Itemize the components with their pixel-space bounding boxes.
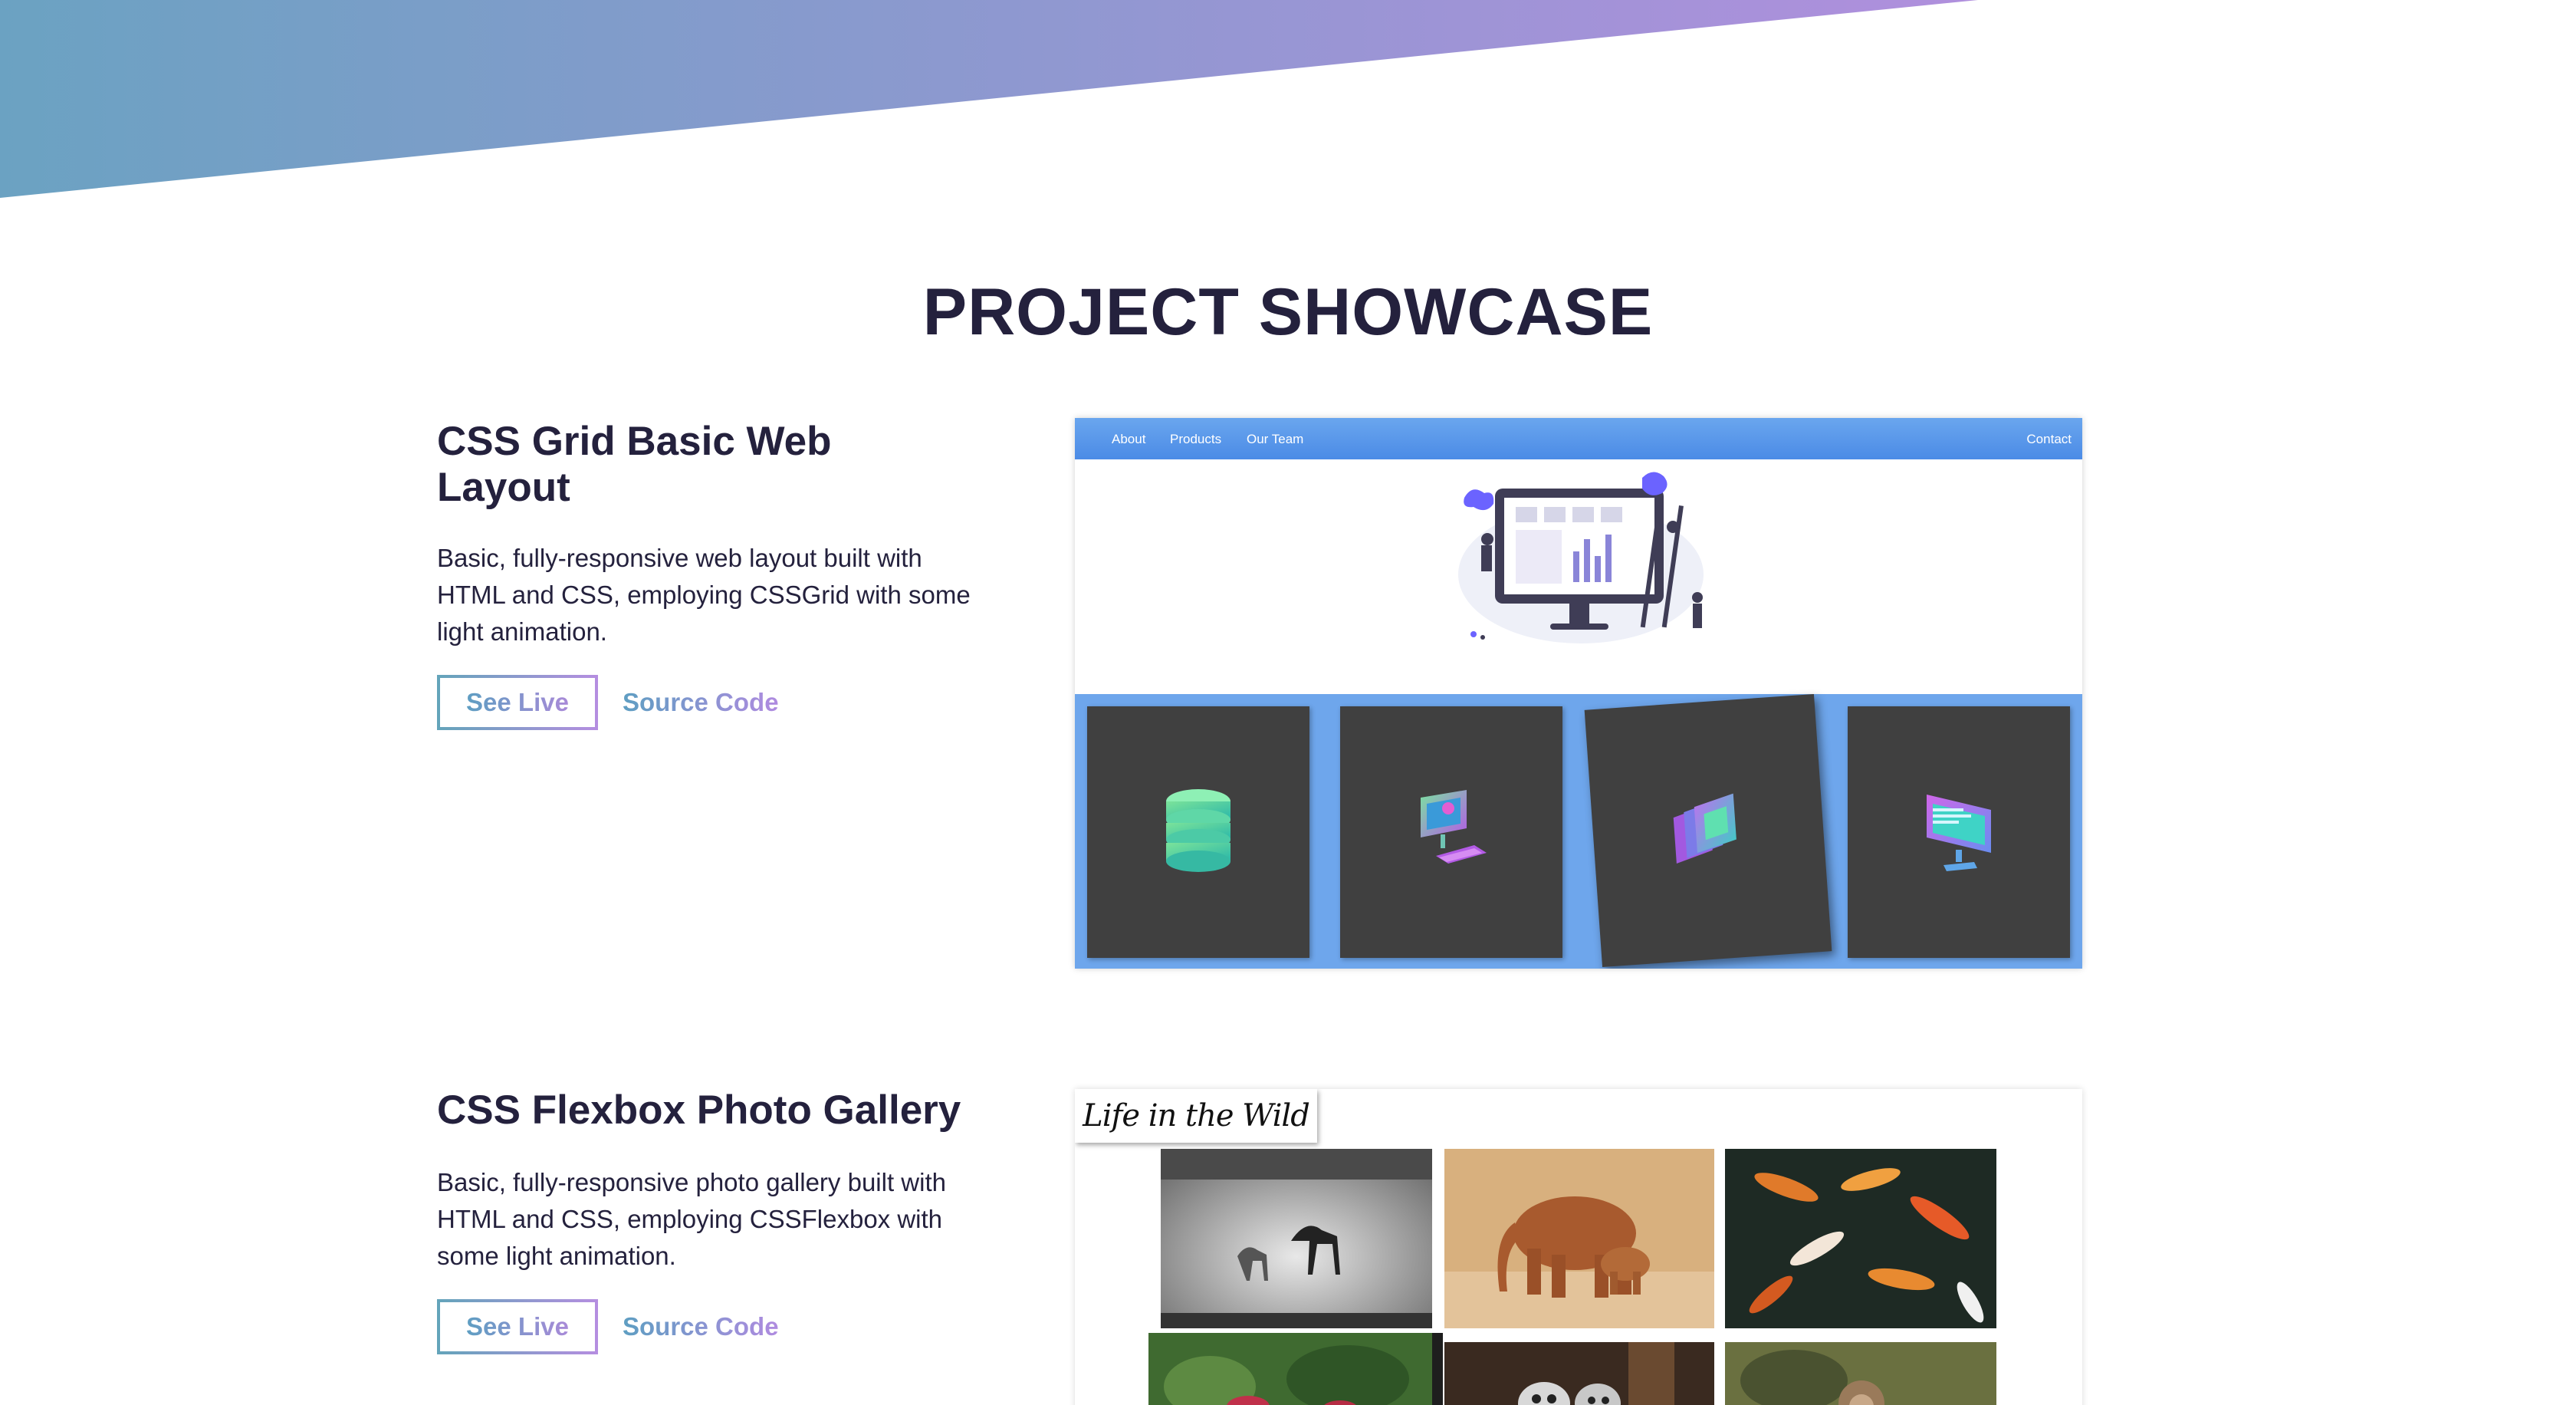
gallery-heading: Life in the Wild [1075, 1089, 1317, 1143]
database-icon [1166, 789, 1230, 872]
preview-nav-about: About [1112, 432, 1146, 446]
preview-nav-contact: Contact [2026, 432, 2072, 446]
layers-icon [1673, 793, 1737, 864]
preview-navbar: About Products Our Team Contact [1075, 418, 2082, 459]
elephants-photo [1444, 1149, 1714, 1328]
preview-card [1848, 706, 2070, 958]
project-description: Basic, fully-responsive web layout built… [437, 544, 971, 646]
birds-photo [1148, 1333, 1443, 1405]
page: PROJECT SHOWCASE CSS Grid Basic Web Layo… [0, 0, 2576, 1405]
project-actions: See Live Source Code [437, 675, 866, 730]
dashboard-illustration [1458, 472, 1704, 643]
hero-gradient-band [0, 0, 1978, 198]
preview-card [1340, 706, 1562, 958]
preview-card-hovered [1584, 693, 1832, 968]
preview-nav-products: Products [1170, 432, 1222, 446]
preview-card [1087, 706, 1309, 958]
see-live-button[interactable]: See Live [437, 1299, 598, 1354]
koi-fish-photo [1725, 1149, 1996, 1328]
preview-cards-row [1075, 693, 2082, 969]
source-code-link[interactable]: Source Code [623, 688, 779, 717]
project-card-grid-layout: CSS Grid Basic Web Layout Basic, fully-r… [437, 419, 971, 730]
monkey-photo [1725, 1342, 1996, 1405]
project-card-flexbox-gallery: CSS Flexbox Photo Gallery Basic, fully-r… [437, 1087, 989, 1354]
source-code-link[interactable]: Source Code [623, 1312, 779, 1341]
project-title: CSS Flexbox Photo Gallery [437, 1087, 961, 1133]
project-title: CSS Grid Basic Web Layout [437, 419, 832, 510]
project-description: Basic, fully-responsive photo gallery bu… [437, 1168, 946, 1270]
monitor-icon [1927, 795, 1991, 871]
computer-icon [1421, 790, 1487, 864]
lemurs-photo [1444, 1342, 1714, 1405]
preview-nav-team: Our Team [1247, 432, 1304, 446]
project-preview-photo-gallery[interactable]: Life in the Wild [1075, 1089, 2082, 1405]
project-preview-grid-layout[interactable]: About Products Our Team Contact [1075, 418, 2082, 969]
horses-photo [1161, 1149, 1432, 1328]
see-live-button[interactable]: See Live [437, 675, 598, 730]
section-title: PROJECT SHOWCASE [922, 275, 1654, 349]
project-actions: See Live Source Code [437, 1299, 989, 1354]
